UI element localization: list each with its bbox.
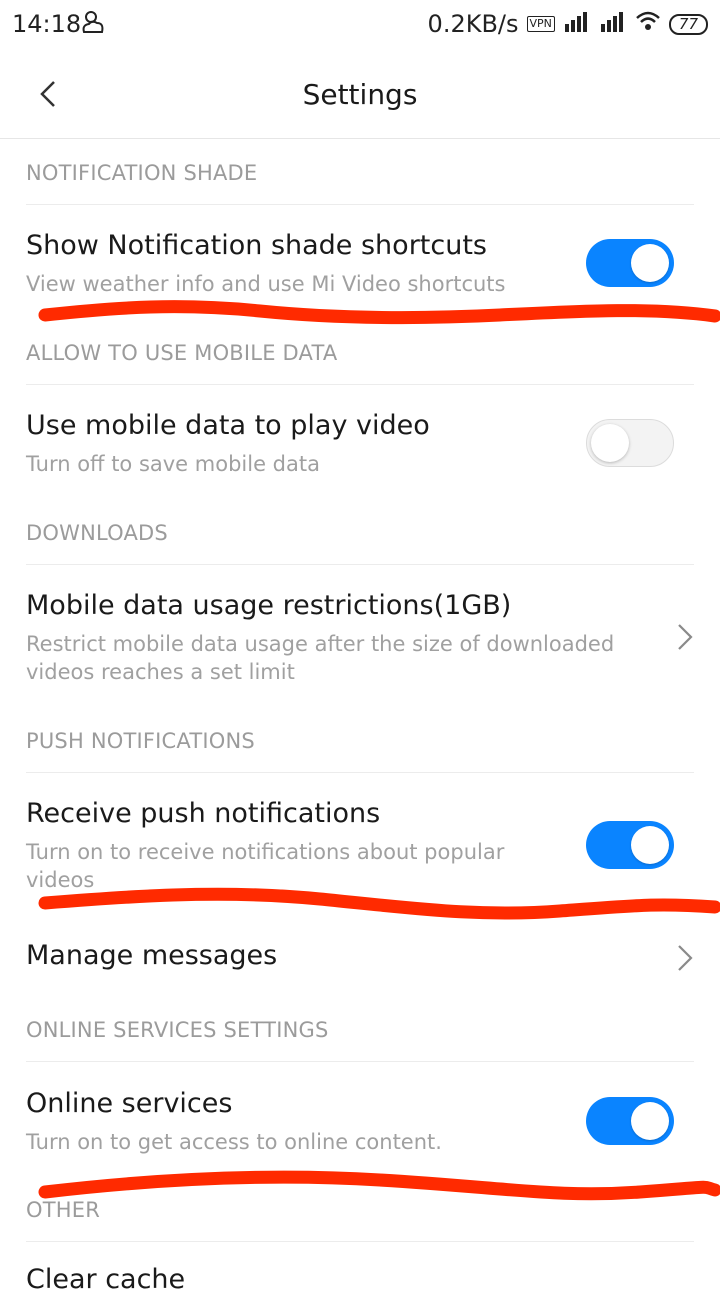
section-mobile-data: ALLOW TO USE MOBILE DATA (26, 341, 338, 365)
push-notifications-title: Receive push notifications (26, 798, 381, 829)
section-other: OTHER (26, 1198, 101, 1222)
divider (26, 564, 694, 565)
section-notification-shade: NOTIFICATION SHADE (26, 161, 258, 185)
divider (26, 1061, 694, 1062)
signal-icon (563, 10, 591, 38)
online-services-title: Online services (26, 1088, 233, 1119)
title-bar: Settings (0, 50, 720, 139)
annotation-underline (38, 1170, 720, 1201)
online-services-toggle[interactable] (586, 1097, 674, 1145)
section-online: ONLINE SERVICES SETTINGS (26, 1018, 329, 1042)
divider (26, 204, 694, 205)
manage-messages-title[interactable]: Manage messages (26, 940, 277, 971)
divider (26, 772, 694, 773)
network-speed: 0.2KB/s (427, 10, 519, 38)
divider (26, 384, 694, 385)
push-notifications-toggle[interactable] (586, 821, 674, 869)
status-bar: 14:18 0.2KB/s VPN 77 (0, 0, 720, 50)
weather-icon (80, 8, 106, 42)
mobile-video-title: Use mobile data to play video (26, 410, 430, 441)
signal-hd-icon (599, 10, 627, 38)
chevron-right-icon[interactable] (676, 622, 694, 652)
online-services-subtitle: Turn on to get access to online content. (26, 1130, 442, 1154)
mobile-video-toggle[interactable] (586, 419, 674, 467)
push-notifications-subtitle: Turn on to receive notifications about p… (26, 840, 505, 892)
status-time: 14:18 (12, 10, 82, 38)
toggle-knob (631, 826, 669, 864)
shade-shortcuts-subtitle: View weather info and use Mi Video short… (26, 272, 506, 296)
usage-restrictions-subtitle: Restrict mobile data usage after the siz… (26, 632, 615, 684)
toggle-knob (591, 424, 629, 462)
shade-shortcuts-title: Show Notification shade shortcuts (26, 230, 487, 261)
section-push: PUSH NOTIFICATIONS (26, 729, 255, 753)
wifi-icon (635, 10, 661, 38)
toggle-knob (631, 1102, 669, 1140)
divider (26, 1241, 694, 1242)
vpn-badge: VPN (526, 16, 555, 32)
section-downloads: DOWNLOADS (26, 521, 168, 545)
page-title: Settings (302, 78, 418, 111)
status-right: 0.2KB/s VPN 77 (428, 10, 708, 38)
usage-restrictions-title[interactable]: Mobile data usage restrictions(1GB) (26, 590, 511, 621)
toggle-knob (631, 244, 669, 282)
mobile-video-subtitle: Turn off to save mobile data (26, 452, 320, 476)
battery-indicator: 77 (668, 13, 708, 35)
chevron-right-icon[interactable] (676, 943, 694, 973)
shade-shortcuts-toggle[interactable] (586, 239, 674, 287)
